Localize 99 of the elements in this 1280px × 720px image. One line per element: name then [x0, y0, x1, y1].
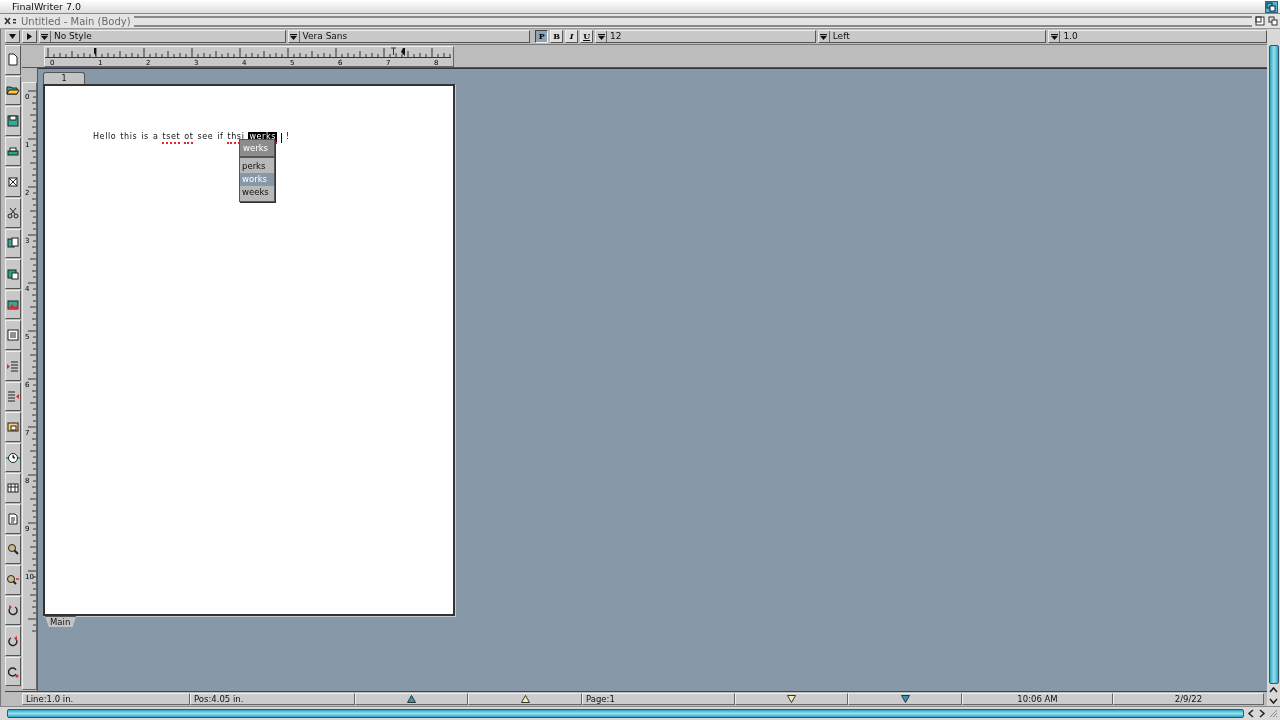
up-triangle-icon[interactable]	[520, 695, 530, 703]
spacing-dropdown[interactable]: 1.0	[1048, 30, 1267, 43]
right-button[interactable]	[22, 30, 37, 43]
format-button[interactable]: I	[565, 30, 579, 43]
tab-marker-icon[interactable]	[390, 47, 397, 56]
section-tab[interactable]: Main	[45, 616, 77, 627]
word: is	[141, 132, 149, 143]
text-cursor	[281, 133, 282, 143]
tool-button[interactable]	[5, 259, 21, 289]
tool-button[interactable]	[5, 565, 21, 595]
zoom-in-icon	[6, 542, 20, 557]
word: a	[152, 132, 159, 143]
up-triangle-icon[interactable]	[407, 695, 416, 703]
tool-button[interactable]	[5, 197, 21, 228]
date-status: 2/9/22	[1113, 693, 1264, 705]
scrollbar-thumb[interactable]	[7, 708, 1244, 718]
down-button[interactable]	[5, 30, 20, 43]
zoom-out-icon	[6, 572, 20, 587]
tool-button[interactable]	[5, 473, 21, 503]
tool-button[interactable]	[5, 228, 21, 259]
paste-icon	[6, 266, 20, 281]
resize-grip-icon[interactable]	[1269, 708, 1278, 718]
font-dropdown[interactable]: Vera Sans	[287, 30, 531, 43]
tool-button[interactable]	[5, 595, 21, 626]
misspelled-word: ot	[184, 132, 194, 144]
down-triangle-icon[interactable]	[787, 695, 796, 703]
crossed-box-icon	[6, 175, 20, 190]
scroll-right-icon[interactable]	[1258, 708, 1266, 718]
page-status: Page:1	[582, 693, 735, 705]
depth-icon[interactable]	[1268, 16, 1278, 26]
line-status: Line:1.0 in.	[22, 693, 190, 705]
scroll-left-icon[interactable]	[1247, 708, 1255, 718]
clock-icon	[6, 450, 20, 465]
zoom-icon[interactable]	[1255, 16, 1265, 26]
tool-button[interactable]	[5, 656, 21, 687]
alignment-dropdown[interactable]: Left	[817, 30, 1047, 43]
screen-title: FinalWriter 7.0	[12, 1, 82, 12]
format-button[interactable]: B	[550, 30, 564, 43]
image-icon	[6, 297, 20, 312]
tool-button[interactable]	[5, 534, 21, 565]
format-button[interactable]: U	[580, 30, 594, 43]
down-triangle-icon[interactable]	[900, 695, 910, 703]
tool-button[interactable]	[5, 412, 21, 442]
misspelled-word: tset	[162, 132, 181, 144]
open-folder-icon	[6, 83, 20, 98]
scroll-up-icon[interactable]	[1269, 686, 1278, 694]
scroll-down-icon[interactable]	[1269, 696, 1278, 706]
time-status: 10:06 AM	[962, 693, 1113, 705]
format-button[interactable]: P	[535, 30, 549, 43]
list-icon	[6, 328, 20, 343]
tool-button[interactable]	[5, 136, 21, 167]
down-arrow-icon	[9, 34, 16, 39]
dropdown-icon	[597, 33, 605, 40]
menu-header: werks	[240, 140, 274, 158]
tool-button[interactable]	[5, 381, 21, 412]
suggestion-item[interactable]: perks	[240, 160, 274, 173]
word: this	[120, 132, 138, 143]
copy-icon	[6, 236, 20, 251]
word: see	[197, 132, 214, 143]
dropdown-icon	[1050, 33, 1058, 40]
outdent-icon	[6, 389, 20, 404]
depth-icon[interactable]	[1265, 0, 1278, 13]
document-icon	[6, 511, 20, 526]
right-arrow-icon	[26, 33, 32, 40]
refresh-icon	[6, 664, 20, 679]
page-tab[interactable]: 1	[43, 72, 85, 84]
tool-button[interactable]	[5, 45, 21, 75]
size-dropdown[interactable]: 12	[595, 30, 816, 43]
word: !	[286, 132, 290, 143]
table-icon	[6, 481, 20, 496]
tool-button[interactable]	[5, 350, 21, 381]
style-dropdown[interactable]: No Style	[38, 30, 286, 43]
printer-icon	[6, 144, 20, 159]
window-title: Untitled - Main (Body)	[21, 15, 131, 27]
redo-icon	[6, 603, 20, 618]
frame-icon	[6, 419, 20, 434]
new-document-icon	[6, 52, 20, 67]
tool-button[interactable]	[5, 503, 21, 534]
indent-marker-icon[interactable]	[401, 48, 405, 56]
close-icon[interactable]	[4, 16, 18, 26]
tool-button[interactable]	[5, 289, 21, 320]
position-status: Pos:4.05 in.	[190, 693, 355, 705]
dropdown-icon	[820, 33, 828, 40]
dropdown-icon	[290, 33, 298, 40]
scrollbar-thumb[interactable]	[1268, 45, 1279, 684]
dropdown-icon	[41, 33, 49, 40]
suggestion-item[interactable]: weeks	[240, 186, 274, 199]
indent-marker-icon[interactable]	[94, 48, 96, 56]
tool-button[interactable]	[5, 442, 21, 473]
tool-button[interactable]	[5, 75, 21, 106]
tool-button[interactable]	[5, 320, 21, 350]
tool-button[interactable]	[5, 167, 21, 197]
indent-icon	[6, 358, 20, 373]
tool-button[interactable]	[5, 106, 21, 136]
word: Hello	[93, 132, 117, 143]
word: if	[217, 132, 224, 143]
undo-icon	[6, 634, 20, 649]
scissors-icon	[6, 205, 20, 220]
tool-button[interactable]	[5, 626, 21, 656]
